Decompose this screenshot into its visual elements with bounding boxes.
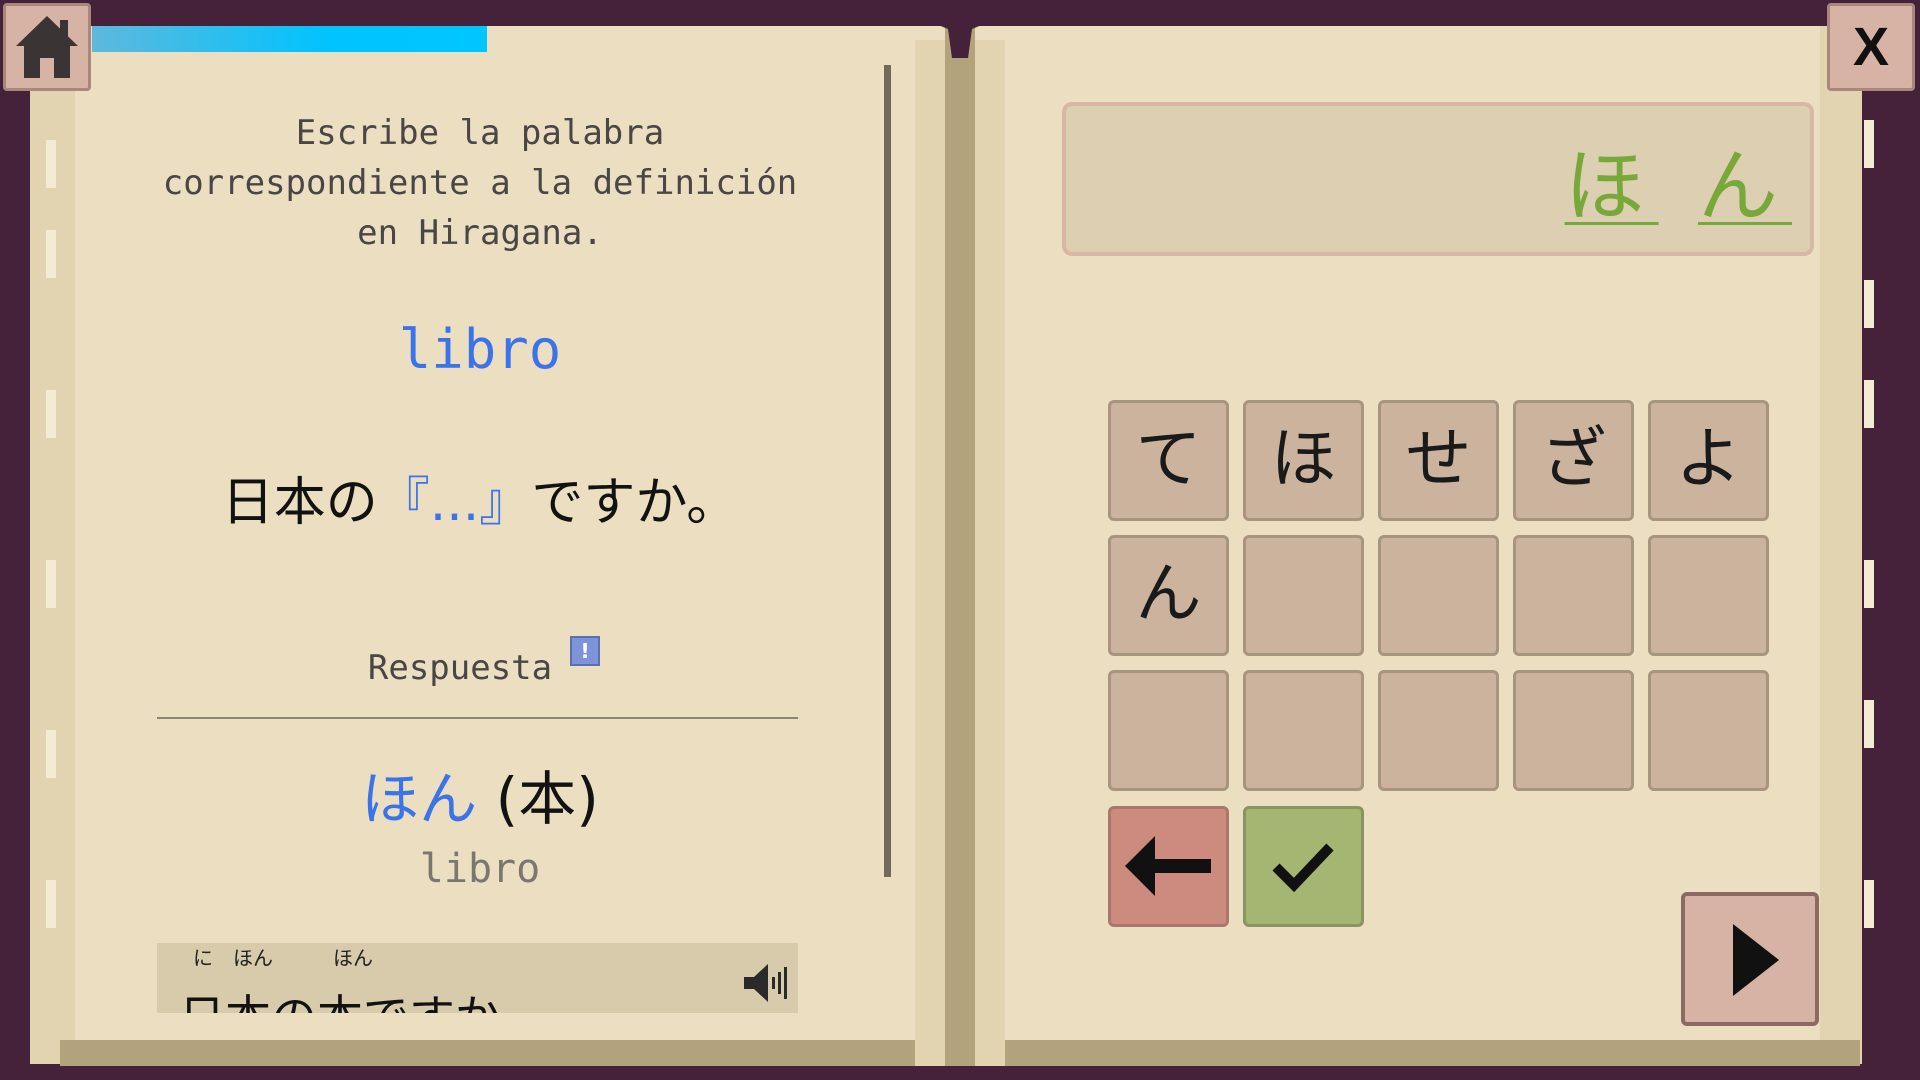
left-page-bottom: [60, 1040, 915, 1066]
answer-char: ほ: [1564, 140, 1659, 233]
book-spine: [945, 26, 975, 1066]
kana-key[interactable]: せ: [1378, 400, 1499, 521]
example-sentence: 日本の本ですか。: [179, 981, 546, 1013]
kana-key: [1648, 535, 1769, 656]
answer-kanji: (本): [495, 765, 599, 833]
kana-key: [1513, 670, 1634, 791]
furigana: ほん: [233, 946, 273, 970]
sentence-after: ですか。: [531, 473, 739, 533]
right-page-edge: [1820, 26, 1862, 1064]
kana-key[interactable]: ん: [1108, 535, 1229, 656]
page-edge-dash: [1864, 120, 1874, 168]
spine-left-fold: [915, 40, 945, 1066]
target-word: libro: [398, 318, 562, 381]
confirm-button[interactable]: [1243, 806, 1364, 927]
play-triangle-icon: [1733, 924, 1779, 996]
close-icon: X: [1852, 17, 1890, 77]
divider: [157, 717, 798, 719]
page-edge-dash: [1864, 380, 1874, 428]
kana-key: [1108, 670, 1229, 791]
progress-fill: [92, 26, 487, 52]
kana-key[interactable]: て: [1108, 400, 1229, 521]
example-sentence-box: に ほん ほん 日本の本ですか。: [157, 943, 798, 1013]
checkmark-icon: [1272, 843, 1334, 893]
page-edge-dash: [46, 880, 56, 928]
page-edge-dash: [46, 390, 56, 438]
page-edge-dash: [46, 560, 56, 608]
kana-key[interactable]: よ: [1648, 400, 1769, 521]
page-edge-dash: [1864, 560, 1874, 608]
kana-key[interactable]: ざ: [1513, 400, 1634, 521]
home-icon: [16, 16, 78, 78]
kana-key: [1648, 670, 1769, 791]
page-edge-dash: [46, 230, 56, 278]
arrow-left-icon: [1125, 836, 1211, 896]
close-button[interactable]: X: [1827, 3, 1915, 91]
answer-input-text: ほ ん: [1565, 122, 1792, 238]
page-edge-dash: [1864, 280, 1874, 328]
right-page-bottom: [1005, 1040, 1860, 1066]
kana-key: [1243, 670, 1364, 791]
page-edge-dash: [46, 140, 56, 188]
progress-bar: [92, 26, 882, 52]
sentence-before: 日本の: [221, 473, 378, 533]
next-button[interactable]: [1681, 892, 1819, 1026]
furigana: に: [193, 946, 213, 970]
speaker-icon[interactable]: [742, 960, 792, 1006]
answer-char: ん: [1698, 140, 1792, 233]
kana-key[interactable]: ほ: [1243, 400, 1364, 521]
instruction-text: Escribe la palabra correspondiente a la …: [162, 113, 798, 253]
page-edge-dash: [1864, 700, 1874, 748]
info-icon[interactable]: !: [570, 636, 600, 666]
scrollbar[interactable]: [884, 65, 891, 877]
backspace-button[interactable]: [1108, 806, 1229, 927]
question-sentence: 日本の『...』ですか。: [160, 460, 800, 535]
kana-key: [1513, 535, 1634, 656]
sentence-blank: 『...』: [377, 473, 532, 533]
answer-input-field[interactable]: ほ ん: [1062, 102, 1814, 256]
kana-key: [1378, 670, 1499, 791]
page-edge-dash: [1864, 880, 1874, 928]
furigana: ほん: [333, 946, 373, 970]
home-button[interactable]: [3, 3, 91, 91]
spine-right-fold: [975, 40, 1005, 1066]
kana-key: [1378, 535, 1499, 656]
answer-kana: ほん: [361, 765, 478, 833]
kana-key: [1243, 535, 1364, 656]
answer-reveal: ほん (本): [250, 752, 710, 836]
answer-meaning: libro: [419, 846, 541, 892]
page-edge-dash: [46, 730, 56, 778]
